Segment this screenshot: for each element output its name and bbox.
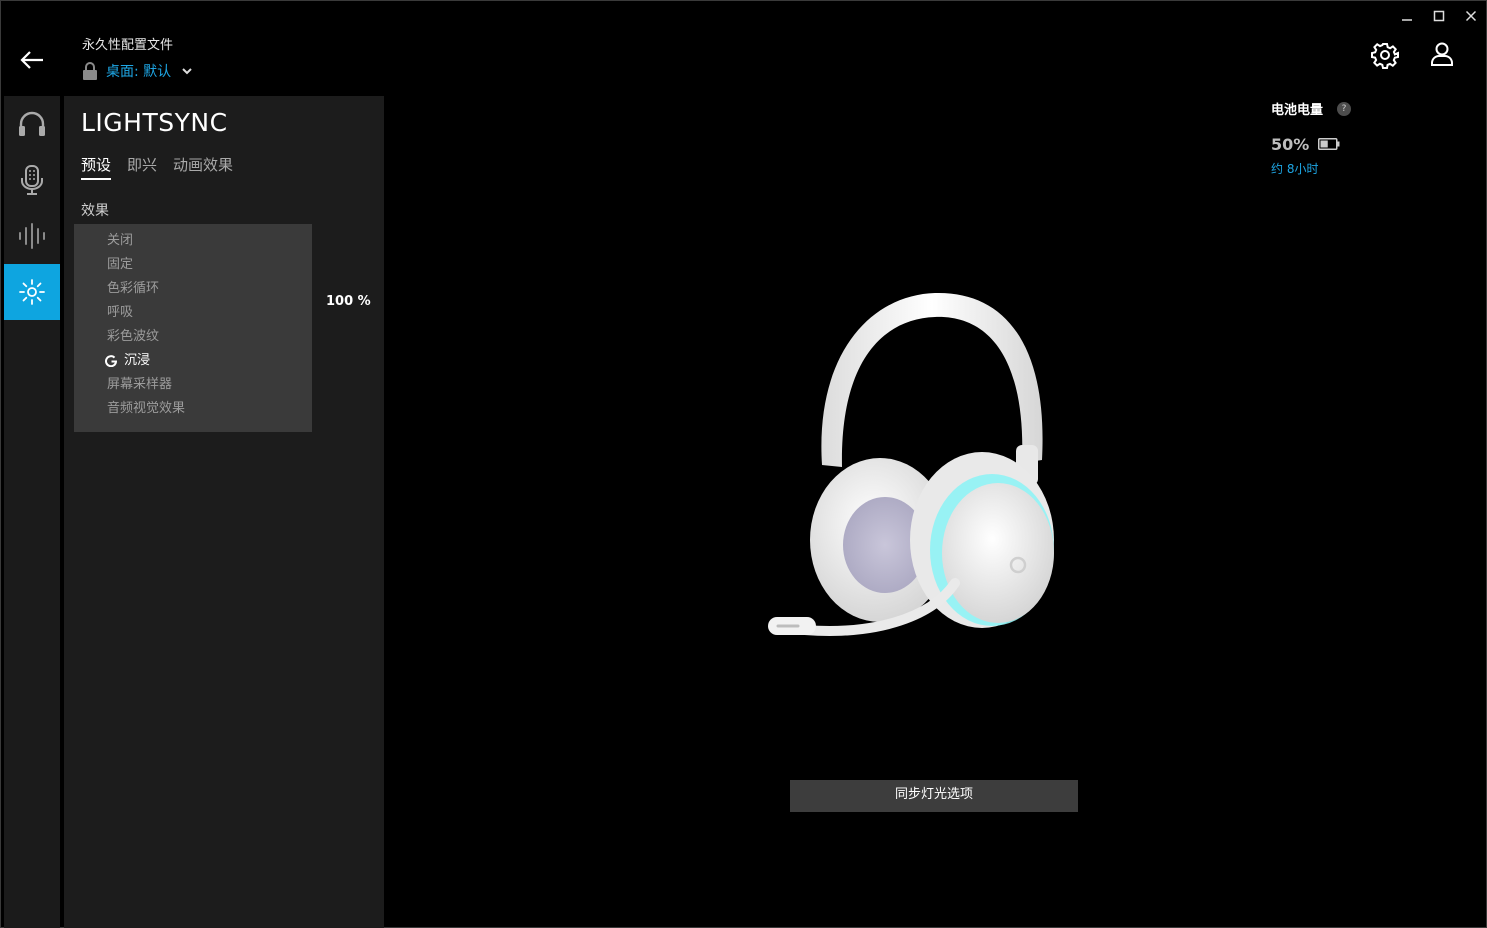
nav-equalizer[interactable] bbox=[4, 208, 60, 264]
profile-name: 桌面: 默认 bbox=[106, 64, 172, 80]
equalizer-icon bbox=[19, 223, 45, 249]
effect-option-breathing[interactable]: 呼吸 bbox=[74, 301, 312, 325]
tab-presets[interactable]: 预设 bbox=[81, 154, 112, 180]
effect-option-label: 彩色波纹 bbox=[107, 329, 160, 344]
headset-image bbox=[768, 292, 1054, 636]
effect-option-off[interactable]: 关闭 bbox=[74, 229, 312, 253]
maximize-icon bbox=[1433, 10, 1445, 22]
effect-option-immersion[interactable]: 沉浸 bbox=[74, 349, 312, 373]
gear-icon bbox=[1371, 43, 1399, 69]
battery-icon bbox=[1318, 138, 1340, 150]
device-nav bbox=[4, 96, 60, 928]
effect-option-label: 固定 bbox=[107, 257, 134, 272]
panel-title: LIGHTSYNC bbox=[81, 108, 228, 137]
effect-option-label: 色彩循环 bbox=[107, 281, 160, 296]
nav-lightsync[interactable] bbox=[4, 264, 60, 320]
battery-label: 电池电量 bbox=[1271, 103, 1324, 118]
close-icon bbox=[1465, 10, 1477, 22]
battery-remaining: 约 8小时 bbox=[1271, 162, 1319, 176]
lock-icon bbox=[83, 62, 97, 80]
effect-option-label: 关闭 bbox=[107, 233, 134, 248]
minimize-button[interactable] bbox=[1396, 6, 1418, 26]
profile-selector[interactable]: 桌面: 默认 bbox=[82, 60, 193, 82]
nav-audio[interactable] bbox=[4, 96, 60, 152]
effect-option-screen-sampler[interactable]: 屏幕采样器 bbox=[74, 373, 312, 397]
chevron-down-icon bbox=[182, 68, 192, 75]
effect-option-label: 呼吸 bbox=[107, 305, 134, 320]
lightsync-panel: LIGHTSYNC 预设 即兴 动画效果 效果 关闭 固定 色彩循环 呼吸 彩色… bbox=[64, 96, 384, 928]
tab-animations[interactable]: 动画效果 bbox=[173, 154, 233, 180]
battery-percent: 50% bbox=[1271, 135, 1310, 154]
brightness-readout: 100 % bbox=[326, 294, 371, 309]
lightsync-tabs: 预设 即兴 动画效果 bbox=[81, 154, 233, 180]
maximize-button[interactable] bbox=[1428, 6, 1450, 26]
microphone-icon bbox=[21, 165, 43, 195]
effect-option-audio-visualizer[interactable]: 音频视觉效果 bbox=[74, 397, 312, 421]
help-icon[interactable]: ? bbox=[1337, 102, 1351, 116]
tab-freestyle[interactable]: 即兴 bbox=[127, 154, 157, 180]
sync-lighting-button[interactable]: 同步灯光选项 bbox=[790, 780, 1078, 812]
effect-option-label: 屏幕采样器 bbox=[107, 377, 173, 392]
effect-option-color-cycle[interactable]: 色彩循环 bbox=[74, 277, 312, 301]
effect-option-label: 音频视觉效果 bbox=[107, 401, 186, 416]
profile-caption: 永久性配置文件 bbox=[82, 38, 174, 53]
effect-label: 效果 bbox=[81, 203, 109, 219]
effect-dropdown-menu: 关闭 固定 色彩循环 呼吸 彩色波纹 沉浸 屏幕采样器 音频视觉效果 bbox=[74, 224, 312, 432]
settings-button[interactable] bbox=[1370, 40, 1400, 70]
effect-option-fixed[interactable]: 固定 bbox=[74, 253, 312, 277]
close-button[interactable] bbox=[1460, 6, 1482, 26]
minimize-icon bbox=[1402, 19, 1412, 21]
account-button[interactable] bbox=[1427, 39, 1457, 69]
effect-option-color-wave[interactable]: 彩色波纹 bbox=[74, 325, 312, 349]
arrow-left-icon bbox=[20, 51, 43, 69]
user-icon bbox=[1431, 42, 1453, 66]
lighting-icon bbox=[19, 279, 45, 305]
headphones-icon bbox=[19, 111, 45, 136]
nav-microphone[interactable] bbox=[4, 152, 60, 208]
back-button[interactable] bbox=[16, 44, 48, 76]
logitech-g-icon bbox=[105, 355, 117, 367]
